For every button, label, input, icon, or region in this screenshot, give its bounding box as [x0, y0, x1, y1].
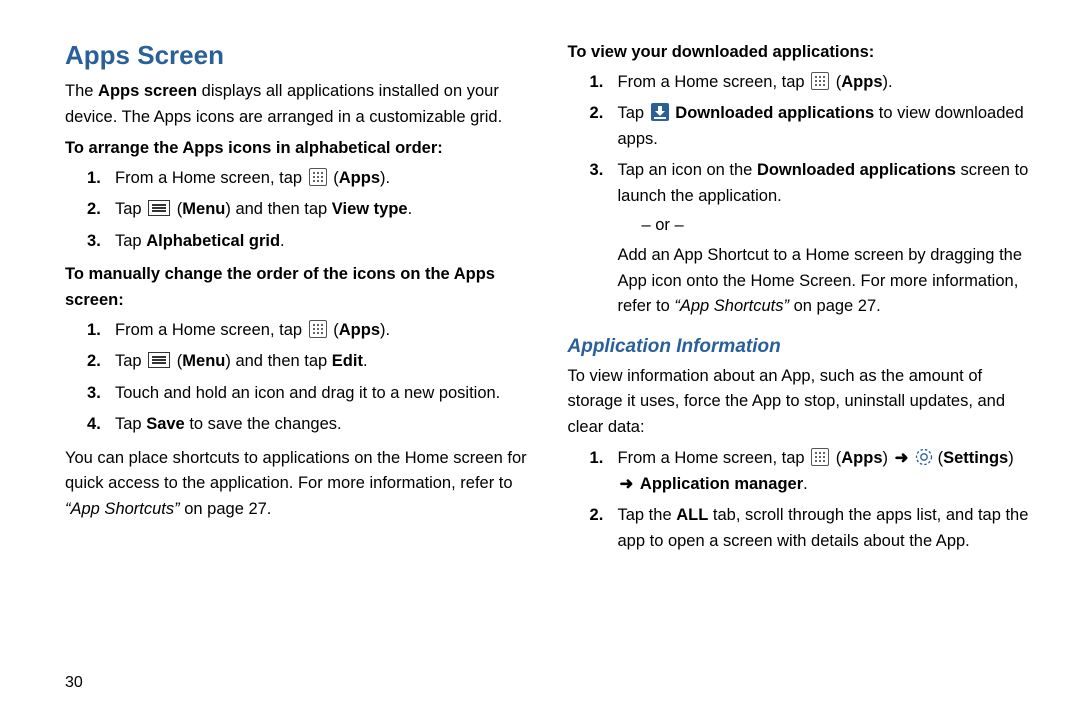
text: Tap the	[618, 506, 677, 524]
label-apps: Apps	[841, 449, 882, 467]
step: Tap Alphabetical grid.	[113, 229, 538, 255]
menu-icon	[148, 200, 170, 216]
steps-app-info: From a Home screen, tap (Apps) ➜ (Settin…	[568, 446, 1041, 554]
section-heading: To manually change the order of the icon…	[65, 262, 538, 313]
text: Tap an icon on the	[618, 161, 757, 179]
apps-icon	[811, 72, 829, 90]
subsection-title: Application Information	[568, 336, 1041, 358]
apps-icon	[309, 320, 327, 338]
subsection-intro: To view information about an App, such a…	[568, 364, 1041, 441]
text: and then tap	[231, 200, 332, 218]
menu-icon	[148, 352, 170, 368]
label-view-type: View type	[332, 200, 408, 218]
page-title: Apps Screen	[65, 40, 538, 71]
label-apps: Apps	[841, 73, 882, 91]
alt-text: Add an App Shortcut to a Home screen by …	[618, 243, 1041, 320]
download-icon	[651, 103, 669, 121]
page-number: 30	[65, 674, 83, 692]
text: Tap	[115, 352, 146, 370]
label-menu: Menu	[182, 352, 225, 370]
step: From a Home screen, tap (Apps) ➜ (Settin…	[616, 446, 1041, 497]
text: to save the changes.	[185, 415, 342, 433]
xref-app-shortcuts: “App Shortcuts”	[65, 500, 180, 518]
shortcut-note: You can place shortcuts to applications …	[65, 446, 538, 523]
apps-icon	[309, 168, 327, 186]
label-menu: Menu	[182, 200, 225, 218]
arrow-icon: ➜	[620, 475, 634, 493]
label-save: Save	[146, 415, 185, 433]
left-column: Apps Screen The Apps screen displays all…	[65, 40, 538, 720]
label-settings: Settings	[943, 449, 1008, 467]
step: From a Home screen, tap (Apps).	[113, 166, 538, 192]
arrow-icon: ➜	[895, 449, 909, 467]
step: Tap (Menu) and then tap View type.	[113, 197, 538, 223]
apps-icon	[811, 448, 829, 466]
label-alpha-grid: Alphabetical grid	[146, 232, 280, 250]
text: Tap	[618, 104, 649, 122]
section-heading: To arrange the Apps icons in alphabetica…	[65, 136, 538, 162]
xref-app-shortcuts: “App Shortcuts”	[674, 297, 789, 315]
text: From a Home screen, tap	[115, 321, 307, 339]
label-all-tab: ALL	[676, 506, 708, 524]
right-column: To view your downloaded applications: Fr…	[568, 40, 1041, 720]
text: on page 27.	[789, 297, 881, 315]
step: Tap an icon on the Downloaded applicatio…	[616, 158, 1041, 319]
text: on page 27.	[180, 500, 272, 518]
label-apps: Apps	[339, 169, 380, 187]
step: Touch and hold an icon and drag it to a …	[113, 381, 538, 407]
section-heading: To view your downloaded applications:	[568, 40, 1041, 66]
settings-icon	[915, 448, 933, 466]
term-apps-screen: Apps screen	[98, 82, 197, 100]
text: Tap	[115, 200, 146, 218]
label-downloaded-apps: Downloaded applications	[757, 161, 956, 179]
step: Tap Save to save the changes.	[113, 412, 538, 438]
or-divider: – or –	[642, 213, 1041, 239]
label-edit: Edit	[332, 352, 363, 370]
text: From a Home screen, tap	[618, 449, 810, 467]
steps-manual-order: From a Home screen, tap (Apps). Tap (Men…	[65, 318, 538, 438]
text: You can place shortcuts to applications …	[65, 449, 527, 493]
steps-alphabetical: From a Home screen, tap (Apps). Tap (Men…	[65, 166, 538, 255]
step: Tap (Menu) and then tap Edit.	[113, 349, 538, 375]
label-downloaded-apps: Downloaded applications	[675, 104, 874, 122]
step: Tap the ALL tab, scroll through the apps…	[616, 503, 1041, 554]
label-apps: Apps	[339, 321, 380, 339]
step: From a Home screen, tap (Apps).	[113, 318, 538, 344]
text: and then tap	[231, 352, 332, 370]
text: From a Home screen, tap	[115, 169, 307, 187]
step: From a Home screen, tap (Apps).	[616, 70, 1041, 96]
manual-page: Apps Screen The Apps screen displays all…	[0, 0, 1080, 720]
step: Tap Downloaded applications to view down…	[616, 101, 1041, 152]
text: From a Home screen, tap	[618, 73, 810, 91]
steps-downloaded: From a Home screen, tap (Apps). Tap Down…	[568, 70, 1041, 320]
label-app-manager: Application manager	[640, 475, 803, 493]
text: The	[65, 82, 98, 100]
intro-paragraph: The Apps screen displays all application…	[65, 79, 538, 130]
text: Tap	[115, 232, 146, 250]
text: Tap	[115, 415, 146, 433]
